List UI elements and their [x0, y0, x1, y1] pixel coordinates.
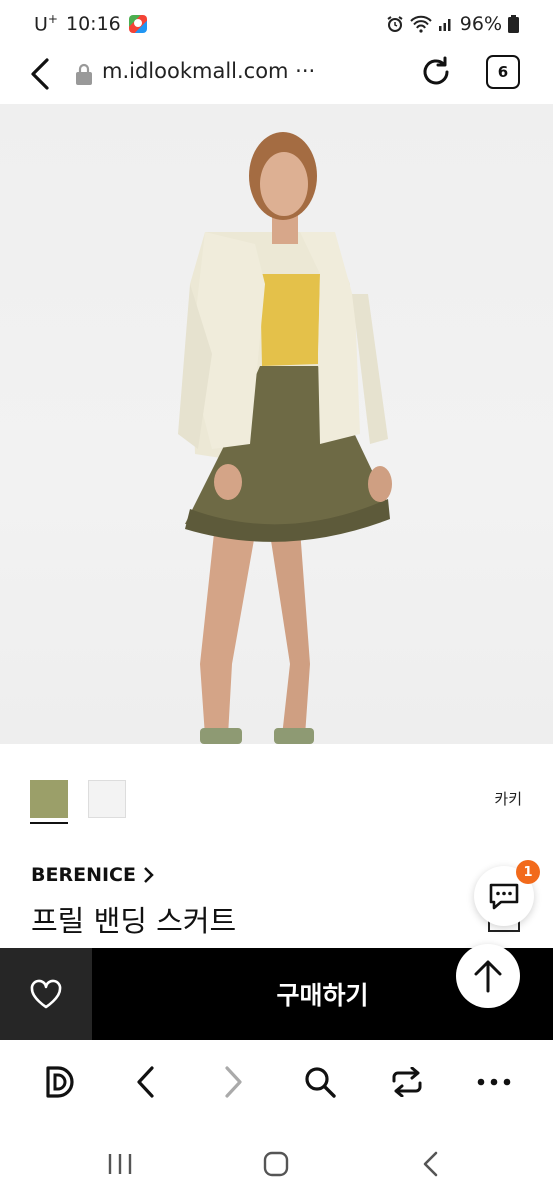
- sync-icon: [392, 1067, 422, 1097]
- browser-url-bar: m.idlookmall.com ··· 6: [0, 48, 553, 104]
- battery-percent: 96%: [459, 13, 502, 35]
- product-title: 프릴 밴딩 스커트: [31, 904, 237, 938]
- brand-name: BERENICE: [31, 864, 136, 886]
- battery-icon: [508, 15, 519, 33]
- wishlist-button[interactable]: [0, 948, 92, 1040]
- selected-color-label: 카키: [494, 790, 522, 808]
- search-button[interactable]: [300, 1062, 340, 1102]
- maps-icon: [128, 14, 147, 33]
- search-icon: [305, 1067, 336, 1098]
- chevron-left-icon: [137, 1066, 154, 1098]
- home-button[interactable]: [256, 1148, 296, 1180]
- back-arrow-icon: [423, 1151, 438, 1177]
- status-time: 10:16: [65, 12, 121, 35]
- home-logo-button[interactable]: [40, 1062, 80, 1102]
- browser-back-button[interactable]: [26, 56, 56, 92]
- reload-button[interactable]: [418, 54, 454, 90]
- chat-bubble-icon: [489, 883, 519, 910]
- wifi-icon: [410, 15, 432, 33]
- signal-icon: [438, 19, 451, 31]
- home-icon: [263, 1151, 289, 1177]
- d-logo-icon: [46, 1066, 74, 1098]
- arrow-up-icon: [474, 960, 502, 993]
- nav-forward-button[interactable]: [213, 1062, 253, 1102]
- browser-toolbar: [0, 1040, 553, 1126]
- recent-apps-button[interactable]: [100, 1148, 140, 1180]
- status-bar: U+ 10:16 96%: [0, 0, 553, 48]
- product-image[interactable]: [0, 104, 553, 744]
- chevron-right-icon: [225, 1066, 242, 1098]
- recent-apps-icon: [108, 1154, 132, 1174]
- more-dots-icon: [477, 1078, 511, 1086]
- heart-icon: [30, 979, 62, 1009]
- color-swatch-white[interactable]: [88, 780, 126, 818]
- color-options: 카키: [0, 780, 553, 830]
- chevron-left-icon: [31, 58, 49, 90]
- chevron-right-icon: [144, 867, 154, 883]
- nav-back-button[interactable]: [126, 1062, 166, 1102]
- url-text[interactable]: m.idlookmall.com ···: [102, 59, 315, 83]
- more-menu-button[interactable]: [474, 1062, 514, 1102]
- tab-count: 6: [497, 63, 509, 81]
- selected-swatch-indicator: [30, 822, 68, 824]
- product-photo: [178, 132, 392, 744]
- reload-icon: [423, 56, 449, 85]
- chat-badge: 1: [516, 860, 540, 884]
- tab-switcher-button[interactable]: 6: [486, 55, 520, 89]
- system-navigation-bar: [0, 1126, 553, 1200]
- lock-icon: [74, 62, 94, 86]
- brand-link[interactable]: BERENICE: [31, 864, 154, 886]
- system-back-button[interactable]: [411, 1148, 451, 1180]
- alarm-icon: [387, 16, 403, 32]
- carrier-label: U+: [34, 12, 58, 36]
- scroll-to-top-button[interactable]: [456, 944, 520, 1008]
- color-swatch-khaki[interactable]: [30, 780, 68, 818]
- sync-button[interactable]: [387, 1062, 427, 1102]
